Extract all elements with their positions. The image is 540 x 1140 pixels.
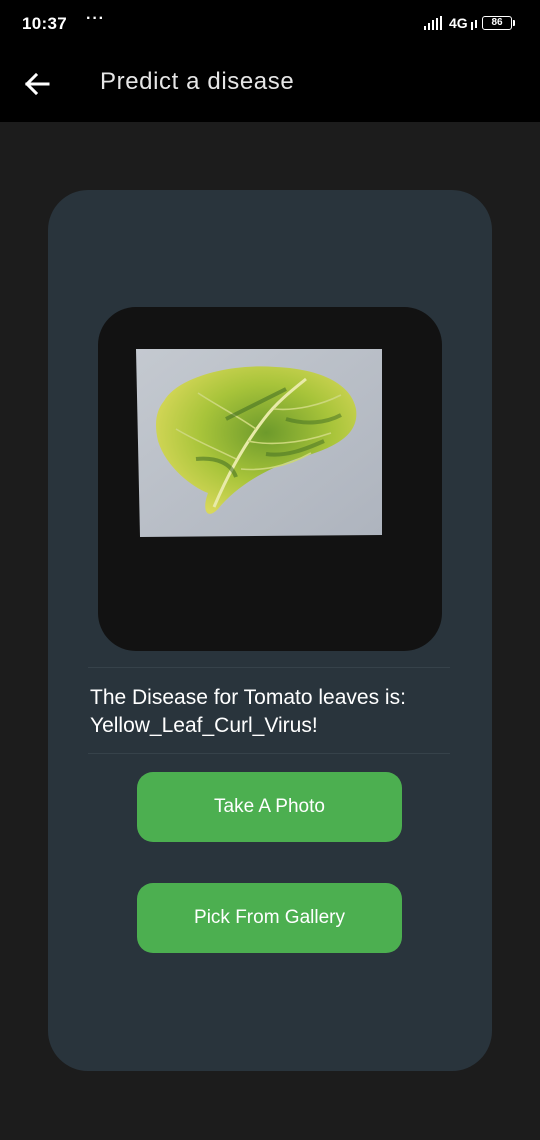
divider-top (88, 667, 450, 668)
battery-icon: 86 (482, 16, 512, 30)
status-time: 10:37 (22, 14, 67, 33)
network-type: 4G (449, 15, 468, 31)
app-bar: Predict a disease (0, 48, 540, 122)
result-line-2: Yellow_Leaf_Curl_Virus! (90, 714, 318, 737)
result-line-1: The Disease for Tomato leaves is: (90, 686, 406, 709)
app-screen: 10:37 ··· 4G 86 Predict a disease The Di… (0, 0, 540, 1140)
take-photo-button[interactable]: Take A Photo (137, 772, 402, 842)
pick-from-gallery-button[interactable]: Pick From Gallery (137, 883, 402, 953)
divider-bottom (88, 753, 450, 754)
arrow-left-icon (24, 72, 50, 96)
back-button[interactable] (14, 62, 62, 106)
image-preview (98, 307, 442, 651)
prediction-card: The Disease for Tomato leaves is: Yellow… (48, 190, 492, 1071)
network-arrows-icon (471, 20, 477, 30)
notification-dots: ··· (86, 10, 105, 27)
status-bar: 10:37 ··· 4G 86 (0, 0, 540, 48)
prediction-result: The Disease for Tomato leaves is: Yellow… (90, 684, 470, 740)
battery-tip (513, 20, 515, 26)
leaf-photo (136, 349, 382, 537)
signal-icon (424, 16, 442, 30)
page-title: Predict a disease (100, 68, 295, 95)
